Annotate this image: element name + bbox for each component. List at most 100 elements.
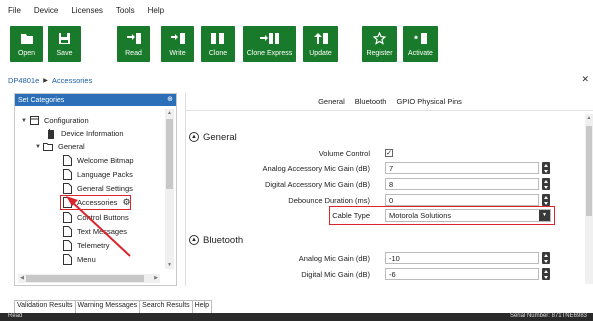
digital-mic-gain-input[interactable]: -6 (385, 268, 539, 280)
set-categories-panel: Set Categories ⊕ ▼ Configuration Device … (14, 93, 177, 286)
tab-search-results[interactable]: Search Results (139, 300, 193, 313)
cable-type-dropdown[interactable]: Motorola Solutions ▼ (385, 209, 551, 222)
tab-gpio-physical-pins[interactable]: GPIO Physical Pins (396, 97, 461, 106)
scroll-up-icon[interactable]: ▲ (585, 114, 593, 122)
read-icon (126, 29, 142, 48)
activate-button[interactable]: Activate (403, 26, 438, 62)
write-button[interactable]: Write (161, 26, 194, 62)
bottom-tabs: Validation Results Warning Messages Sear… (14, 300, 213, 313)
tree-vertical-scrollbar[interactable]: ▲ ▼ (165, 109, 174, 269)
scroll-thumb[interactable] (26, 275, 144, 282)
tree-item-general[interactable]: ▼ General (35, 140, 85, 153)
status-left: Read (8, 313, 23, 319)
spinner-icon[interactable] (542, 252, 550, 264)
page-icon (62, 226, 72, 237)
page-icon (63, 197, 72, 208)
device-icon (46, 128, 56, 139)
tree-item-general-settings[interactable]: General Settings (62, 182, 133, 195)
collapse-section-icon[interactable]: ▲ (189, 132, 199, 142)
collapse-icon[interactable]: ▼ (21, 118, 29, 124)
analog-accessory-mic-gain-input[interactable]: 7 (385, 162, 539, 174)
menu-tools[interactable]: Tools (116, 6, 135, 15)
breadcrumb-separator-icon: ▶ (43, 78, 48, 84)
breadcrumb-accessories[interactable]: Accessories (52, 76, 92, 85)
toolbar: Open Save Read Write Clone Clone Express (0, 20, 593, 66)
menu-device[interactable]: Device (34, 6, 58, 15)
tree-item-text-messages[interactable]: Text Messages (62, 225, 127, 238)
tree-item-configuration[interactable]: ▼ Configuration (21, 114, 89, 127)
scroll-left-icon[interactable]: ◀ (18, 274, 26, 283)
scroll-right-icon[interactable]: ▶ (152, 274, 160, 283)
debounce-duration-input[interactable]: 0 (385, 194, 539, 206)
digital-accessory-mic-gain-input[interactable]: 8 (385, 178, 539, 190)
read-button[interactable]: Read (117, 26, 150, 62)
update-icon (313, 29, 329, 48)
analog-mic-gain-row: Analog Mic Gain (dB) -10 (186, 252, 586, 265)
tab-bluetooth[interactable]: Bluetooth (355, 97, 387, 106)
tree-item-menu[interactable]: Menu (62, 253, 96, 266)
save-icon (58, 29, 71, 48)
scroll-up-icon[interactable]: ▲ (165, 109, 174, 117)
clone-button[interactable]: Clone (201, 26, 235, 62)
clone-express-button[interactable]: Clone Express (243, 26, 296, 62)
menu-file[interactable]: File (8, 6, 21, 15)
update-button[interactable]: Update (303, 26, 338, 62)
scroll-down-icon[interactable]: ▼ (165, 261, 174, 269)
tree-item-welcome-bitmap[interactable]: Welcome Bitmap (62, 154, 134, 167)
settings-scrollbar[interactable]: ▲ (585, 114, 593, 284)
config-icon (29, 115, 39, 126)
scroll-thumb[interactable] (586, 126, 592, 216)
cable-type-row: Cable Type Motorola Solutions ▼ (186, 209, 586, 222)
settings-tabs: General Bluetooth GPIO Physical Pins (186, 93, 593, 111)
spinner-icon[interactable] (542, 268, 550, 280)
gear-icon[interactable]: ⚙ (122, 197, 130, 208)
page-icon (62, 212, 72, 223)
tree-item-control-buttons[interactable]: Control Buttons (62, 211, 129, 224)
spinner-icon[interactable] (542, 194, 550, 206)
tab-warning-messages[interactable]: Warning Messages (74, 300, 141, 313)
page-icon (62, 183, 72, 194)
page-icon (62, 155, 72, 166)
scroll-thumb[interactable] (166, 119, 173, 189)
panel-header: Set Categories ⊕ (15, 94, 176, 106)
volume-control-row: Volume Control ✓ (318, 149, 393, 158)
analog-accessory-mic-gain-row: Analog Accessory Mic Gain (dB) 7 (186, 162, 586, 175)
menu-licenses[interactable]: Licenses (71, 6, 103, 15)
status-bar: Read Serial Number: 871TNE6983 (0, 313, 593, 321)
breadcrumb-device[interactable]: DP4801e (8, 76, 39, 85)
activate-icon (413, 29, 429, 48)
pin-icon[interactable]: ⊕ (167, 95, 173, 103)
clone-express-icon (259, 29, 281, 48)
tab-validation-results[interactable]: Validation Results (14, 300, 76, 313)
volume-control-checkbox[interactable]: ✓ (385, 149, 393, 157)
section-general-header[interactable]: ▲ General (189, 130, 237, 144)
spinner-icon[interactable] (542, 178, 550, 190)
folder-icon (20, 29, 34, 48)
star-icon (373, 29, 386, 48)
chevron-down-icon[interactable]: ▼ (539, 210, 550, 221)
tree-horizontal-scrollbar[interactable]: ◀ ▶ (18, 274, 160, 283)
page-icon (62, 169, 72, 180)
spinner-icon[interactable] (542, 162, 550, 174)
collapse-section-icon[interactable]: ▲ (189, 235, 199, 245)
collapse-icon[interactable]: ▼ (35, 144, 43, 150)
tab-help[interactable]: Help (191, 300, 213, 313)
category-tree: ▼ Configuration Device Information ▼ Gen… (15, 106, 165, 272)
analog-mic-gain-input[interactable]: -10 (385, 252, 539, 264)
tree-item-accessories[interactable]: Accessories ⚙ (60, 195, 131, 210)
digital-mic-gain-row: Digital Mic Gain (dB) -6 (186, 268, 586, 281)
tree-item-device-information[interactable]: Device Information (46, 127, 124, 140)
menu-bar: File Device Licenses Tools Help (0, 0, 593, 20)
close-icon[interactable]: ✕ (581, 74, 589, 85)
tree-item-telemetry[interactable]: Telemetry (62, 239, 110, 252)
digital-accessory-mic-gain-row: Digital Accessory Mic Gain (dB) 8 (186, 178, 586, 191)
save-button[interactable]: Save (48, 26, 81, 62)
open-button[interactable]: Open (10, 26, 43, 62)
tab-general[interactable]: General (318, 97, 345, 106)
tree-item-language-packs[interactable]: Language Packs (62, 168, 133, 181)
register-button[interactable]: Register (362, 26, 397, 62)
settings-panel: General Bluetooth GPIO Physical Pins ▲ G… (185, 93, 593, 286)
section-bluetooth-header[interactable]: ▲ Bluetooth (189, 233, 243, 247)
menu-help[interactable]: Help (148, 6, 164, 15)
page-icon (62, 254, 72, 265)
